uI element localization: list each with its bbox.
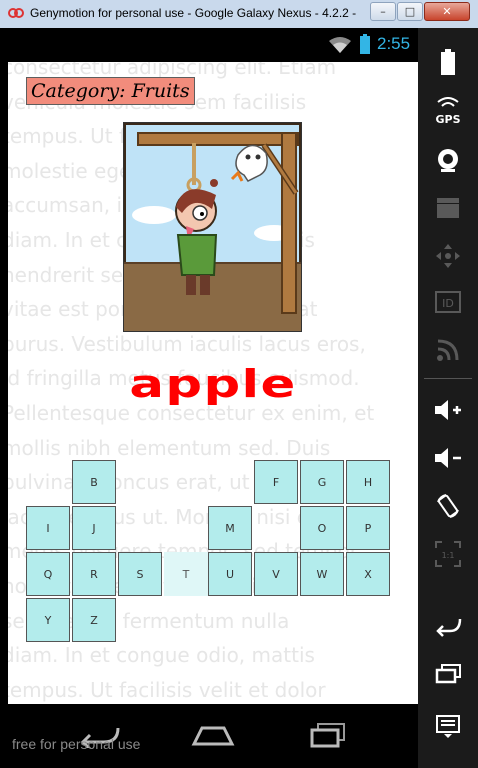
key-w[interactable]: W bbox=[300, 552, 344, 596]
gps-icon: GPS bbox=[435, 97, 461, 126]
gps-label: GPS bbox=[435, 113, 460, 126]
hangman-screen: consectetur adipiscing elit. Etiam vehic… bbox=[8, 62, 418, 704]
target-word: apple bbox=[129, 362, 297, 406]
maximize-button[interactable]: □ bbox=[397, 2, 423, 21]
menu-button[interactable] bbox=[426, 708, 470, 744]
volume-up-button[interactable] bbox=[426, 392, 470, 428]
webcam-icon bbox=[438, 149, 458, 172]
rss-icon bbox=[437, 339, 459, 361]
key-q[interactable]: Q bbox=[26, 552, 70, 596]
toolbar-divider bbox=[424, 378, 472, 379]
id-label: ID bbox=[442, 297, 454, 310]
category-label: Category: Fruits bbox=[26, 77, 195, 105]
key-s[interactable]: S bbox=[118, 552, 162, 596]
minimize-button[interactable]: – bbox=[370, 2, 396, 21]
menu-icon bbox=[436, 715, 460, 738]
watermark-text: free for personal use bbox=[12, 736, 141, 752]
key-t[interactable]: T bbox=[164, 552, 208, 596]
recent-apps-icon bbox=[435, 664, 461, 684]
emulator-toolbar: GPS ID 1:1 bbox=[418, 28, 478, 768]
rotate-button[interactable] bbox=[426, 488, 470, 524]
battery-widget-button[interactable] bbox=[426, 44, 470, 80]
recent-apps-icon[interactable] bbox=[308, 722, 348, 748]
window-title: Genymotion for personal use - Google Gal… bbox=[30, 6, 357, 20]
battery-icon bbox=[441, 49, 455, 75]
device-id-widget-button[interactable]: ID bbox=[426, 284, 470, 320]
key-g[interactable]: G bbox=[300, 460, 344, 504]
status-clock: 2:55 bbox=[377, 34, 411, 53]
rotate-screen-icon bbox=[437, 494, 459, 518]
status-bar: 2:55 bbox=[8, 28, 418, 62]
key-f[interactable]: F bbox=[254, 460, 298, 504]
key-h[interactable]: H bbox=[346, 460, 390, 504]
back-icon bbox=[436, 618, 462, 637]
pixel-perfect-label: 1:1 bbox=[442, 551, 455, 560]
close-button[interactable]: ✕ bbox=[424, 2, 470, 21]
hangman-image bbox=[123, 122, 302, 332]
window-frame bbox=[0, 28, 8, 768]
battery-icon bbox=[360, 34, 370, 54]
key-z[interactable]: Z bbox=[72, 598, 116, 642]
dpad-widget-button[interactable] bbox=[426, 238, 470, 274]
key-j[interactable]: J bbox=[72, 506, 116, 550]
camera-widget-button[interactable] bbox=[426, 142, 470, 178]
capture-widget-button[interactable] bbox=[426, 190, 470, 226]
pixel-perfect-button[interactable]: 1:1 bbox=[426, 536, 470, 572]
pixel-perfect-icon: 1:1 bbox=[435, 541, 461, 567]
dpad-icon bbox=[436, 244, 460, 268]
key-o[interactable]: O bbox=[300, 506, 344, 550]
key-b[interactable]: B bbox=[72, 460, 116, 504]
key-y[interactable]: Y bbox=[26, 598, 70, 642]
genymotion-logo-icon bbox=[8, 8, 24, 18]
rss-widget-button[interactable] bbox=[426, 332, 470, 368]
volume-down-button[interactable] bbox=[426, 440, 470, 476]
key-m[interactable]: M bbox=[208, 506, 252, 550]
id-card-icon: ID bbox=[435, 291, 461, 313]
window-titlebar: Genymotion for personal use - Google Gal… bbox=[0, 0, 478, 29]
clapperboard-icon bbox=[437, 198, 459, 218]
back-button[interactable] bbox=[426, 608, 470, 644]
key-p[interactable]: P bbox=[346, 506, 390, 550]
volume-up-icon bbox=[435, 400, 461, 420]
home-icon[interactable] bbox=[190, 724, 236, 746]
gps-widget-button[interactable]: GPS bbox=[426, 94, 470, 130]
volume-down-icon bbox=[435, 448, 461, 468]
key-i[interactable]: I bbox=[26, 506, 70, 550]
key-u[interactable]: U bbox=[208, 552, 252, 596]
key-r[interactable]: R bbox=[72, 552, 116, 596]
key-x[interactable]: X bbox=[346, 552, 390, 596]
wifi-icon bbox=[329, 37, 351, 53]
key-v[interactable]: V bbox=[254, 552, 298, 596]
recent-apps-button[interactable] bbox=[426, 656, 470, 692]
